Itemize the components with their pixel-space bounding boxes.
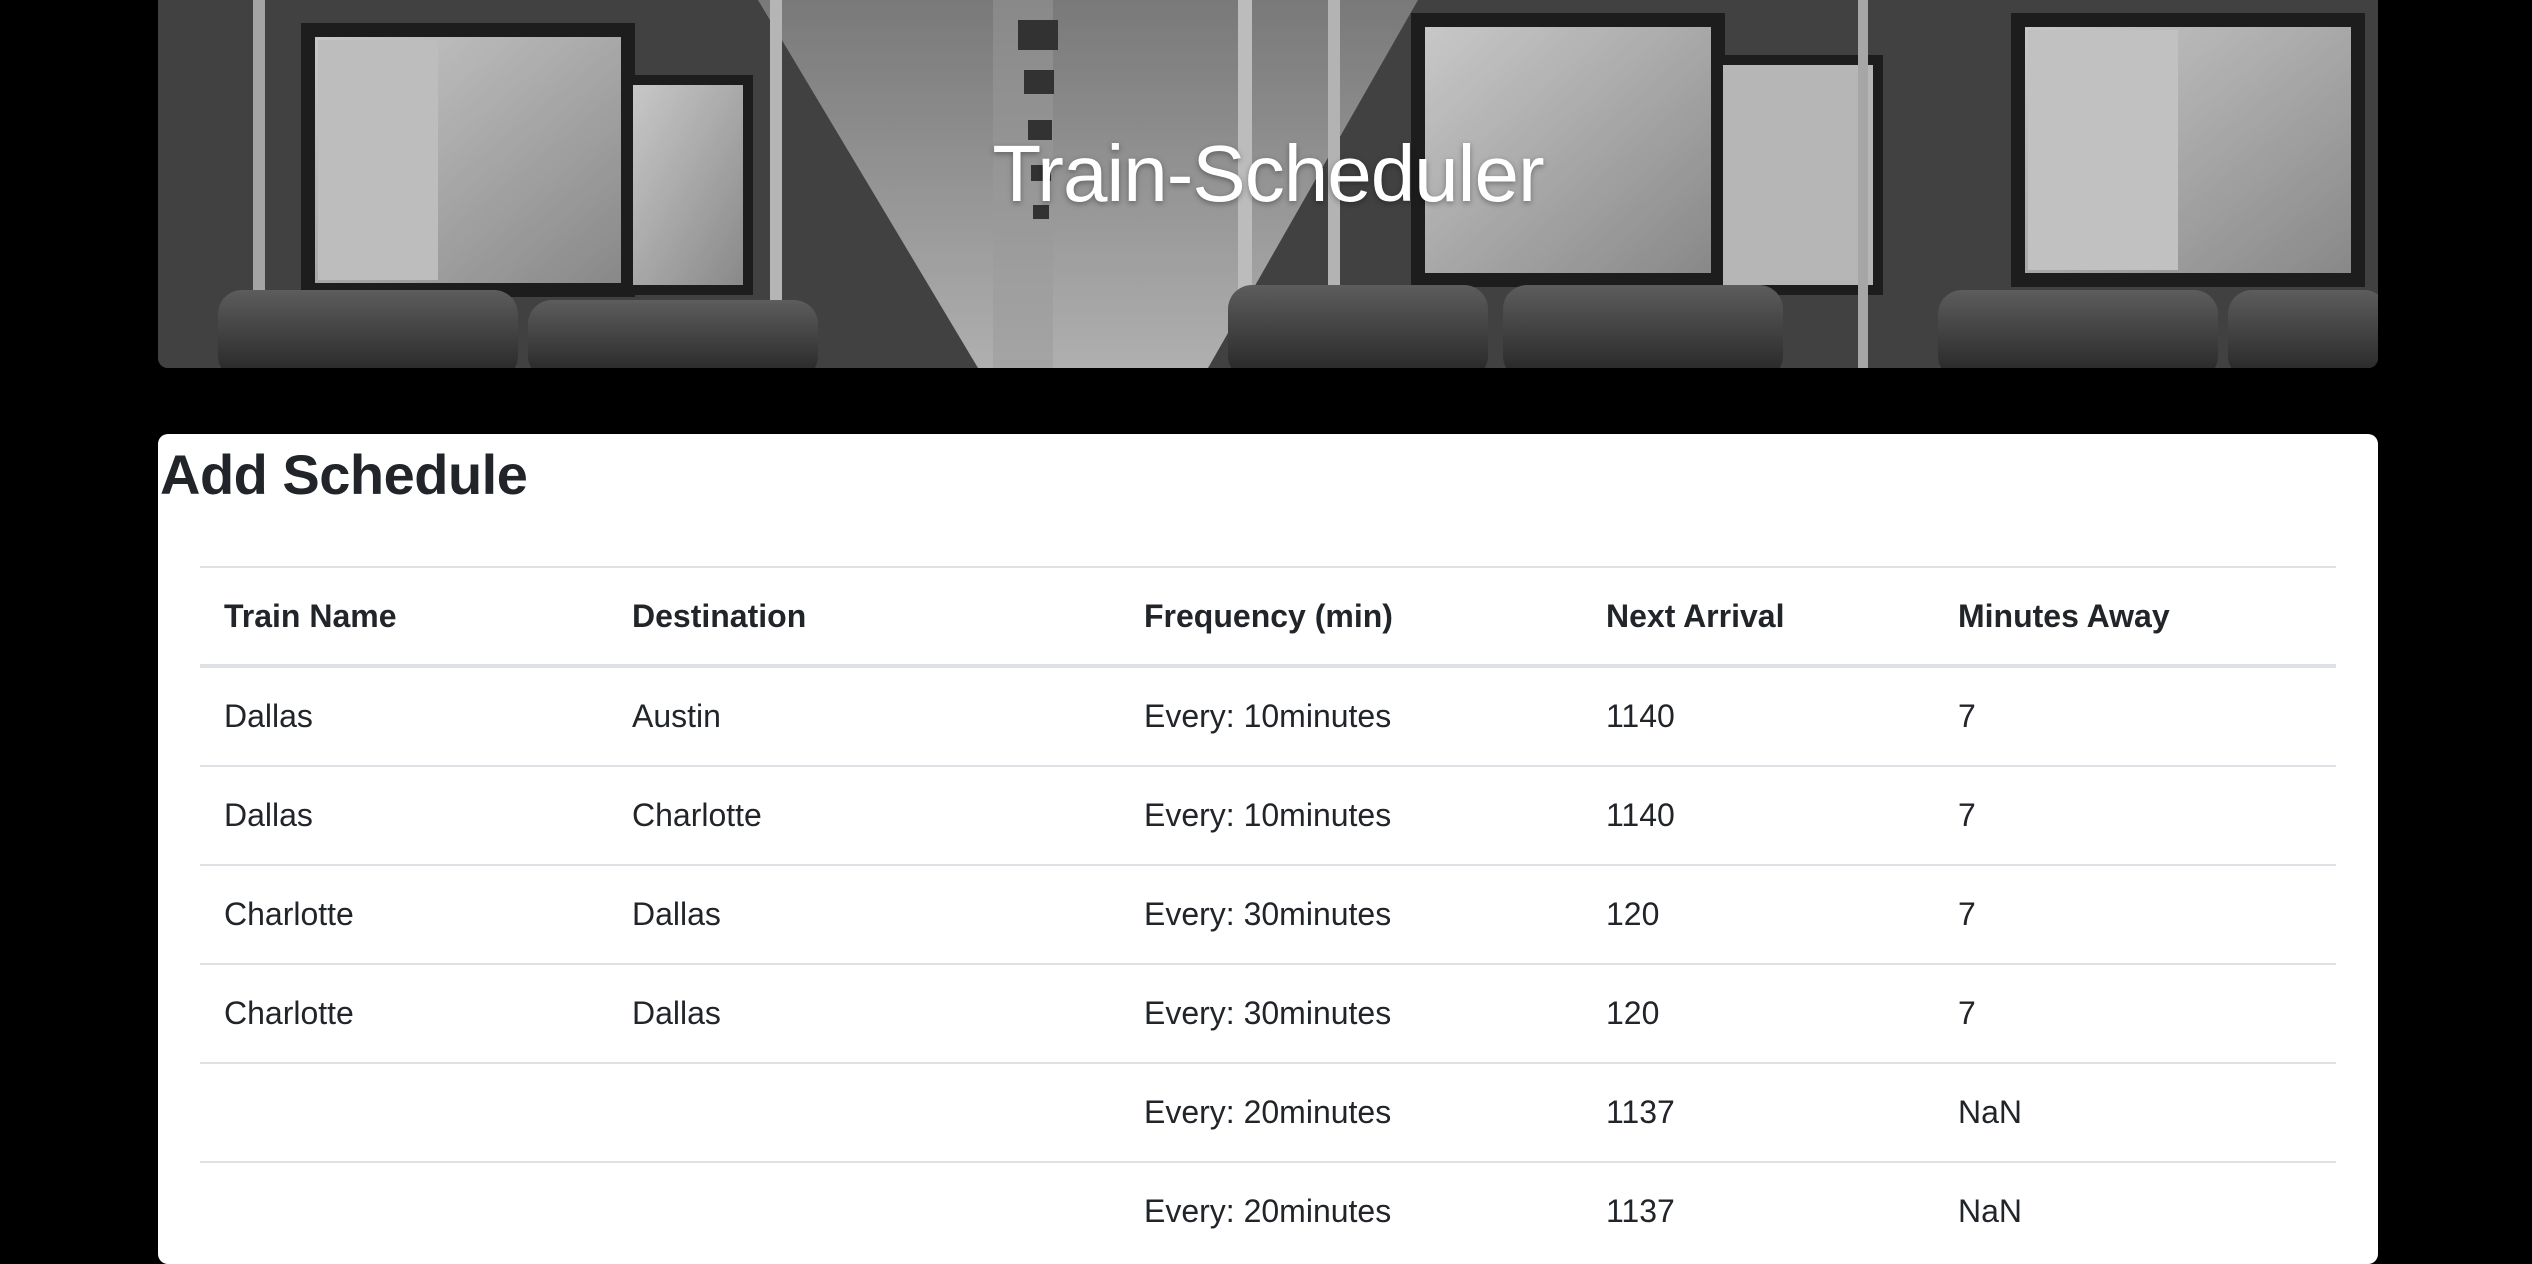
frequency-cell: Every: 10minutes xyxy=(1120,665,1582,766)
train-name-cell: Charlotte xyxy=(200,963,608,1063)
frequency-cell: Every: 30minutes xyxy=(1120,963,1582,1063)
train-name-cell xyxy=(200,1161,608,1260)
destination-cell xyxy=(608,1062,1120,1162)
header-jumbotron: Train-Scheduler xyxy=(158,0,2378,368)
train-name-cell xyxy=(200,1062,608,1162)
table-header: Train Name Destination Frequency (min) N… xyxy=(200,566,2336,668)
next-arrival-cell: 120 xyxy=(1582,864,1934,964)
destination-cell: Dallas xyxy=(608,963,1120,1063)
column-header-frequency: Frequency (min) xyxy=(1120,566,1582,668)
column-header-destination: Destination xyxy=(608,566,1120,668)
minutes-away-cell: 7 xyxy=(1934,765,2336,865)
minutes-away-cell: NaN xyxy=(1934,1062,2336,1162)
minutes-away-cell: 7 xyxy=(1934,864,2336,964)
table-body: Dallas Austin Every: 10minutes 1140 7 Da… xyxy=(200,665,2336,1260)
frequency-cell: Every: 30minutes xyxy=(1120,864,1582,964)
frequency-cell: Every: 20minutes xyxy=(1120,1161,1582,1260)
minutes-away-cell: 7 xyxy=(1934,963,2336,1063)
next-arrival-cell: 1137 xyxy=(1582,1062,1934,1162)
destination-cell: Charlotte xyxy=(608,765,1120,865)
table-row: Charlotte Dallas Every: 30minutes 120 7 xyxy=(200,963,2336,1063)
frequency-cell: Every: 20minutes xyxy=(1120,1062,1582,1162)
table-row: Every: 20minutes 1137 NaN xyxy=(200,1161,2336,1260)
panel-heading: Add Schedule xyxy=(160,443,528,506)
minutes-away-cell: 7 xyxy=(1934,665,2336,766)
train-name-cell: Charlotte xyxy=(200,864,608,964)
column-header-train-name: Train Name xyxy=(200,566,608,668)
train-name-cell: Dallas xyxy=(200,765,608,865)
destination-cell xyxy=(608,1161,1120,1260)
table-row: Dallas Charlotte Every: 10minutes 1140 7 xyxy=(200,765,2336,865)
column-header-next-arrival: Next Arrival xyxy=(1582,566,1934,668)
next-arrival-cell: 1140 xyxy=(1582,665,1934,766)
table-row: Dallas Austin Every: 10minutes 1140 7 xyxy=(200,665,2336,766)
train-name-cell: Dallas xyxy=(200,665,608,766)
table-row: Charlotte Dallas Every: 30minutes 120 7 xyxy=(200,864,2336,964)
next-arrival-cell: 1137 xyxy=(1582,1161,1934,1260)
next-arrival-cell: 120 xyxy=(1582,963,1934,1063)
table-header-row: Train Name Destination Frequency (min) N… xyxy=(200,566,2336,668)
train-schedule-table: Train Name Destination Frequency (min) N… xyxy=(200,566,2336,1260)
destination-cell: Dallas xyxy=(608,864,1120,964)
table-row: Every: 20minutes 1137 NaN xyxy=(200,1062,2336,1162)
column-header-minutes-away: Minutes Away xyxy=(1934,566,2336,668)
next-arrival-cell: 1140 xyxy=(1582,765,1934,865)
destination-cell: Austin xyxy=(608,665,1120,766)
frequency-cell: Every: 10minutes xyxy=(1120,765,1582,865)
add-schedule-panel: Add Schedule Train Name Destination Freq… xyxy=(158,434,2378,1264)
page-title: Train-Scheduler xyxy=(992,129,1544,218)
minutes-away-cell: NaN xyxy=(1934,1161,2336,1260)
